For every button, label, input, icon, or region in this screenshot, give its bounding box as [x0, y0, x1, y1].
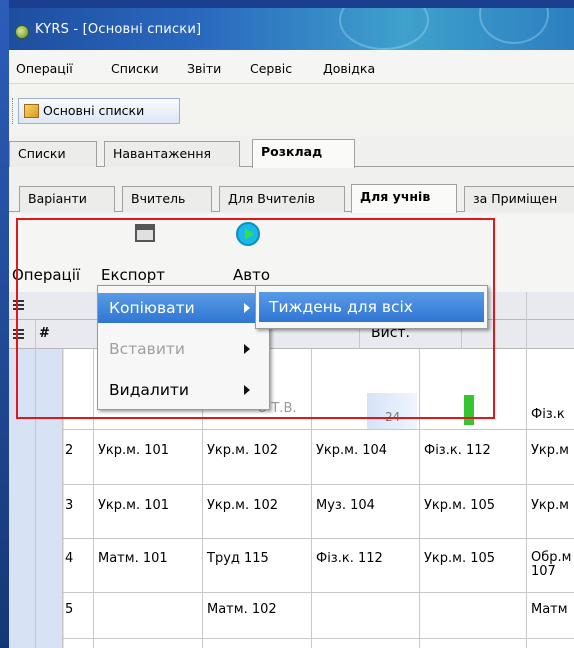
menu-help[interactable]: Довідка	[323, 61, 375, 76]
toolbar-grip[interactable]	[12, 98, 15, 124]
menu-item-delete-label: Видалити	[109, 381, 190, 399]
main-toolbar: Основні списки	[9, 84, 574, 136]
cell-row3-c4[interactable]: Укр.м. 105	[424, 498, 495, 513]
export-button[interactable]: Експорт	[101, 222, 211, 286]
grid-line	[419, 349, 420, 648]
grid-line	[93, 349, 94, 648]
cell-row4-c5[interactable]: Обр.м 107	[531, 551, 571, 579]
title-decoration	[479, 8, 549, 44]
main-tab-row: Списки Навантаження Розклад	[9, 139, 574, 168]
app-logo-icon	[15, 25, 29, 39]
cell-row5-c5[interactable]: Матм	[531, 602, 568, 617]
cell-row3-c3[interactable]: Муз. 104	[316, 498, 375, 513]
auto-label: Авто	[233, 266, 271, 284]
tab-variants[interactable]: Варіанти	[19, 186, 115, 212]
menu-lists[interactable]: Списки	[111, 61, 159, 76]
tab-by-room[interactable]: за Приміщен	[464, 186, 574, 212]
grid-line	[62, 484, 574, 485]
submenu-arrow-icon	[244, 303, 250, 313]
cell-row5-c2[interactable]: Матм. 102	[207, 602, 277, 617]
grid-line	[62, 349, 63, 648]
grid-line	[62, 592, 574, 593]
menu-reports[interactable]: Звіти	[187, 61, 221, 76]
cell-row3-c5[interactable]: Укр.м	[531, 498, 569, 513]
tab-for-teachers[interactable]: Для Вчителів	[219, 186, 345, 212]
cell-row2-c2[interactable]: Укр.м. 102	[207, 443, 278, 458]
grid-line	[62, 429, 574, 430]
lists-icon	[24, 104, 39, 118]
title-decoration	[339, 8, 429, 50]
cell-row3-c1[interactable]: Укр.м. 101	[98, 498, 169, 513]
status-indicator	[464, 395, 474, 425]
tab-for-students[interactable]: Для учнів	[351, 184, 457, 213]
cell-row1-c5[interactable]: Фіз.к	[531, 407, 565, 422]
header-number: #	[39, 326, 50, 341]
cell-row2-c4[interactable]: Фіз.к. 112	[424, 443, 491, 458]
submenu-arrow-icon	[244, 344, 250, 354]
cell-row2-num: 2	[65, 443, 74, 458]
menu-item-copy-label: Копіювати	[109, 299, 195, 317]
cell-row4-c2[interactable]: Труд 115	[207, 551, 269, 566]
tab-schedule[interactable]: Розклад	[252, 139, 355, 168]
auto-button[interactable]: Авто	[231, 222, 311, 286]
desktop-edge	[0, 0, 9, 648]
grid-line	[526, 292, 527, 648]
operations-toolbar: Експорт Авто Операції	[9, 214, 574, 292]
grid-line	[35, 320, 36, 648]
menu-item-delete[interactable]: Видалити	[98, 375, 269, 405]
export-label: Експорт	[101, 266, 166, 284]
menu-item-paste-label: Вставити	[109, 340, 185, 358]
grid-line	[62, 538, 574, 539]
context-menu: Копіювати Вставити Видалити	[97, 285, 270, 410]
tab-teacher[interactable]: Вчитель	[122, 186, 212, 212]
cell-row5-num: 5	[65, 602, 74, 617]
cell-row2-c3[interactable]: Укр.м. 104	[316, 443, 387, 458]
column-chooser-icon[interactable]	[13, 300, 24, 311]
operations-dropdown[interactable]: Операції	[12, 266, 80, 284]
menu-item-copy[interactable]: Копіювати	[98, 293, 269, 323]
sub-tab-row: Варіанти Вчитель Для Вчителів Для учнів …	[9, 184, 574, 213]
submenu-arrow-icon	[244, 385, 250, 395]
cell-row2-c5[interactable]: Укр.м	[531, 443, 569, 458]
row-menu-icon[interactable]	[13, 329, 24, 340]
menu-item-week-for-all[interactable]: Тиждень для всіх	[259, 292, 484, 322]
row-indicator-column	[9, 349, 64, 648]
tab-lists[interactable]: Списки	[9, 141, 97, 167]
menu-bar: Операції Списки Звіти Сервіс Довідка	[9, 50, 574, 84]
menu-item-week-for-all-label: Тиждень для всіх	[269, 298, 413, 316]
copy-submenu: Тиждень для всіх	[255, 285, 488, 329]
cell-row3-c2[interactable]: Укр.м. 102	[207, 498, 278, 513]
tab-workload[interactable]: Навантаження	[104, 141, 240, 167]
cell-row4-num: 4	[65, 551, 74, 566]
cell-row2-c1[interactable]: Укр.м. 101	[98, 443, 169, 458]
schedule-grid: # Вист. 24 О Т.В. Фіз.к 2 Укр.м. 101 Укр…	[9, 292, 574, 648]
cell-row4-c1[interactable]: Матм. 101	[98, 551, 168, 566]
menu-item-paste: Вставити	[98, 334, 269, 364]
open-lists-label: Основні списки	[43, 103, 145, 118]
grid-line	[311, 349, 312, 648]
cell-row4-c3[interactable]: Фіз.к. 112	[316, 551, 383, 566]
title-bar[interactable]: KYRS - [Основні списки]	[9, 8, 574, 50]
grid-line	[62, 638, 574, 639]
cell-row3-num: 3	[65, 498, 74, 513]
menu-operations[interactable]: Операції	[16, 61, 73, 76]
play-icon	[236, 222, 260, 246]
app-window: KYRS - [Основні списки] Операції Списки …	[9, 8, 574, 648]
window-title: KYRS - [Основні списки]	[35, 22, 202, 37]
printer-icon	[135, 224, 155, 242]
occupancy-cell: 24	[367, 393, 417, 429]
open-lists-button[interactable]: Основні списки	[18, 98, 180, 124]
cell-row4-c4[interactable]: Укр.м. 105	[424, 551, 495, 566]
occupancy-value: 24	[385, 410, 401, 424]
menu-service[interactable]: Сервіс	[250, 61, 292, 76]
